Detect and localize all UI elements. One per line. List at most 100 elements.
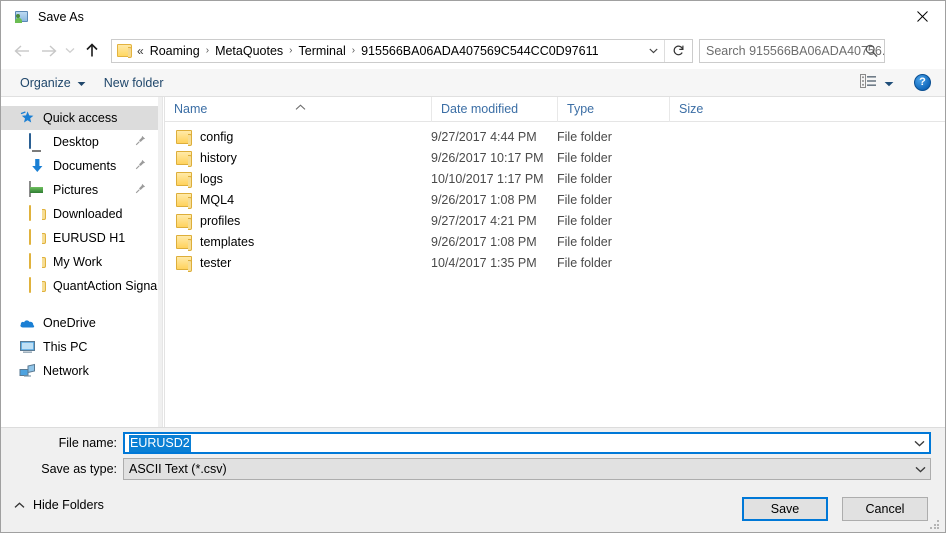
save-button-label: Save <box>770 502 800 516</box>
table-row[interactable]: profiles 9/27/2017 4:21 PM File folder <box>165 210 945 231</box>
resize-grip-icon[interactable] <box>930 520 940 530</box>
cancel-button-label: Cancel <box>865 502 905 516</box>
sidebar-item-pictures[interactable]: Pictures <box>1 178 158 202</box>
up-arrow-icon <box>86 43 98 57</box>
file-name-input[interactable]: EURUSD2 <box>123 432 931 454</box>
back-arrow-icon <box>13 44 29 57</box>
breadcrumb-bar[interactable]: « Roaming › MetaQuotes › Terminal › 9155… <box>111 38 693 63</box>
sidebar-item-desktop[interactable]: Desktop <box>1 130 158 154</box>
table-row[interactable]: templates 9/26/2017 1:08 PM File folder <box>165 231 945 252</box>
sidebar-item-quick-access[interactable]: Quick access <box>1 106 158 130</box>
folder-icon <box>176 171 192 188</box>
column-header-size[interactable]: Size <box>669 96 749 122</box>
up-button[interactable] <box>79 38 105 64</box>
folder-icon <box>29 277 46 294</box>
file-list-pane: Name Date modified Type Size config 9/27… <box>165 96 945 427</box>
breadcrumb-separator[interactable]: › <box>206 45 209 56</box>
sidebar-item-label: EURUSD H1 <box>53 231 126 245</box>
sidebar-item-this-pc[interactable]: This PC <box>1 335 158 359</box>
breadcrumb-dropdown-button[interactable] <box>643 40 663 62</box>
sidebar-item-label: Pictures <box>53 183 99 197</box>
caret-down-icon <box>77 76 86 90</box>
search-box[interactable]: Search 915566BA06ADA40756... <box>699 38 885 63</box>
file-type: File folder <box>557 255 612 270</box>
table-row[interactable]: config 9/27/2017 4:44 PM File folder <box>165 126 945 147</box>
organize-button[interactable]: Organize <box>11 69 95 96</box>
search-input[interactable]: Search 915566BA06ADA40756... <box>706 44 884 58</box>
sidebar-item-network[interactable]: Network <box>1 359 158 383</box>
table-row[interactable]: logs 10/10/2017 1:17 PM File folder <box>165 168 945 189</box>
file-date-modified: 9/27/2017 4:21 PM <box>431 213 537 228</box>
sidebar-item-eurusd-h1[interactable]: EURUSD H1 <box>1 226 158 250</box>
back-button[interactable] <box>9 38 35 64</box>
file-date-modified: 10/10/2017 1:17 PM <box>431 171 544 186</box>
onedrive-icon <box>19 315 36 331</box>
file-name: config <box>200 129 234 144</box>
table-row[interactable]: tester 10/4/2017 1:35 PM File folder <box>165 252 945 273</box>
folder-icon <box>29 229 46 246</box>
column-header-label: Date modified <box>441 101 519 116</box>
breadcrumb-overflow[interactable]: « <box>137 44 144 58</box>
table-row[interactable]: MQL4 9/26/2017 1:08 PM File folder <box>165 189 945 210</box>
search-icon <box>865 44 878 61</box>
change-view-button[interactable] <box>856 74 898 91</box>
breadcrumb-item-roaming[interactable]: Roaming <box>147 42 203 60</box>
recent-locations-button[interactable] <box>61 38 79 64</box>
forward-button[interactable] <box>35 38 61 64</box>
folder-icon <box>29 205 46 222</box>
file-name: history <box>200 150 237 165</box>
pictures-icon <box>29 181 46 198</box>
forward-arrow-icon <box>41 44 57 57</box>
sidebar-item-label: QuantAction Signal <box>53 279 161 293</box>
pin-icon[interactable] <box>135 135 146 149</box>
sidebar-item-documents[interactable]: Documents <box>1 154 158 178</box>
breadcrumb-item-metaquotes[interactable]: MetaQuotes <box>212 42 286 60</box>
save-button[interactable]: Save <box>742 497 828 521</box>
view-layout-icon <box>860 74 877 91</box>
column-header-label: Type <box>567 101 595 116</box>
hide-folders-button[interactable]: Hide Folders <box>14 498 104 512</box>
save-as-type-select[interactable]: ASCII Text (*.csv) <box>123 458 931 480</box>
file-name: MQL4 <box>200 192 235 207</box>
pin-icon[interactable] <box>135 183 146 197</box>
close-button[interactable] <box>900 1 945 32</box>
save-as-type-dropdown-button[interactable] <box>911 459 930 479</box>
sidebar-item-quantaction-signal[interactable]: QuantAction Signal <box>1 274 161 298</box>
refresh-icon <box>673 45 684 56</box>
sidebar-item-my-work[interactable]: My Work <box>1 250 158 274</box>
folder-icon <box>176 213 192 230</box>
save-as-dialog: Save As « Roaming › MetaQuotes › Termina… <box>0 0 946 533</box>
file-type: File folder <box>557 150 612 165</box>
file-date-modified: 9/26/2017 1:08 PM <box>431 192 537 207</box>
sidebar-item-label: This PC <box>43 340 88 354</box>
navigation-pane-scrollbar[interactable] <box>158 97 163 427</box>
file-name-value[interactable]: EURUSD2 <box>129 434 191 452</box>
star-pin-icon <box>19 110 36 126</box>
file-type: File folder <box>557 129 612 144</box>
sidebar-item-downloaded[interactable]: Downloaded <box>1 202 158 226</box>
file-type: File folder <box>557 171 612 186</box>
breadcrumb-separator[interactable]: › <box>352 45 355 56</box>
dialog-content: Quick access Desktop Documents Pictures … <box>1 96 945 427</box>
pin-icon[interactable] <box>135 159 146 173</box>
column-header-label: Name <box>174 101 208 116</box>
cancel-button[interactable]: Cancel <box>842 497 928 521</box>
folder-icon <box>117 44 132 58</box>
documents-icon <box>29 158 46 174</box>
file-name: tester <box>200 255 232 270</box>
recent-locations-chevron-icon <box>65 48 75 54</box>
refresh-button[interactable] <box>664 39 692 62</box>
column-header-type[interactable]: Type <box>557 96 669 122</box>
table-row[interactable]: history 9/26/2017 10:17 PM File folder <box>165 147 945 168</box>
help-icon[interactable]: ? <box>914 74 931 91</box>
breadcrumb-separator[interactable]: › <box>289 45 292 56</box>
breadcrumb-item-instance-id[interactable]: 915566BA06ADA407569C544CC0D97611 <box>358 42 601 60</box>
folder-icon <box>176 192 192 209</box>
column-header-name[interactable]: Name <box>165 97 431 122</box>
breadcrumb-item-terminal[interactable]: Terminal <box>296 42 349 60</box>
new-folder-button[interactable]: New folder <box>95 69 173 96</box>
file-name-dropdown-button[interactable] <box>910 434 929 452</box>
sidebar-item-onedrive[interactable]: OneDrive <box>1 311 158 335</box>
sidebar-item-label: My Work <box>53 255 103 269</box>
column-header-date-modified[interactable]: Date modified <box>431 96 557 122</box>
